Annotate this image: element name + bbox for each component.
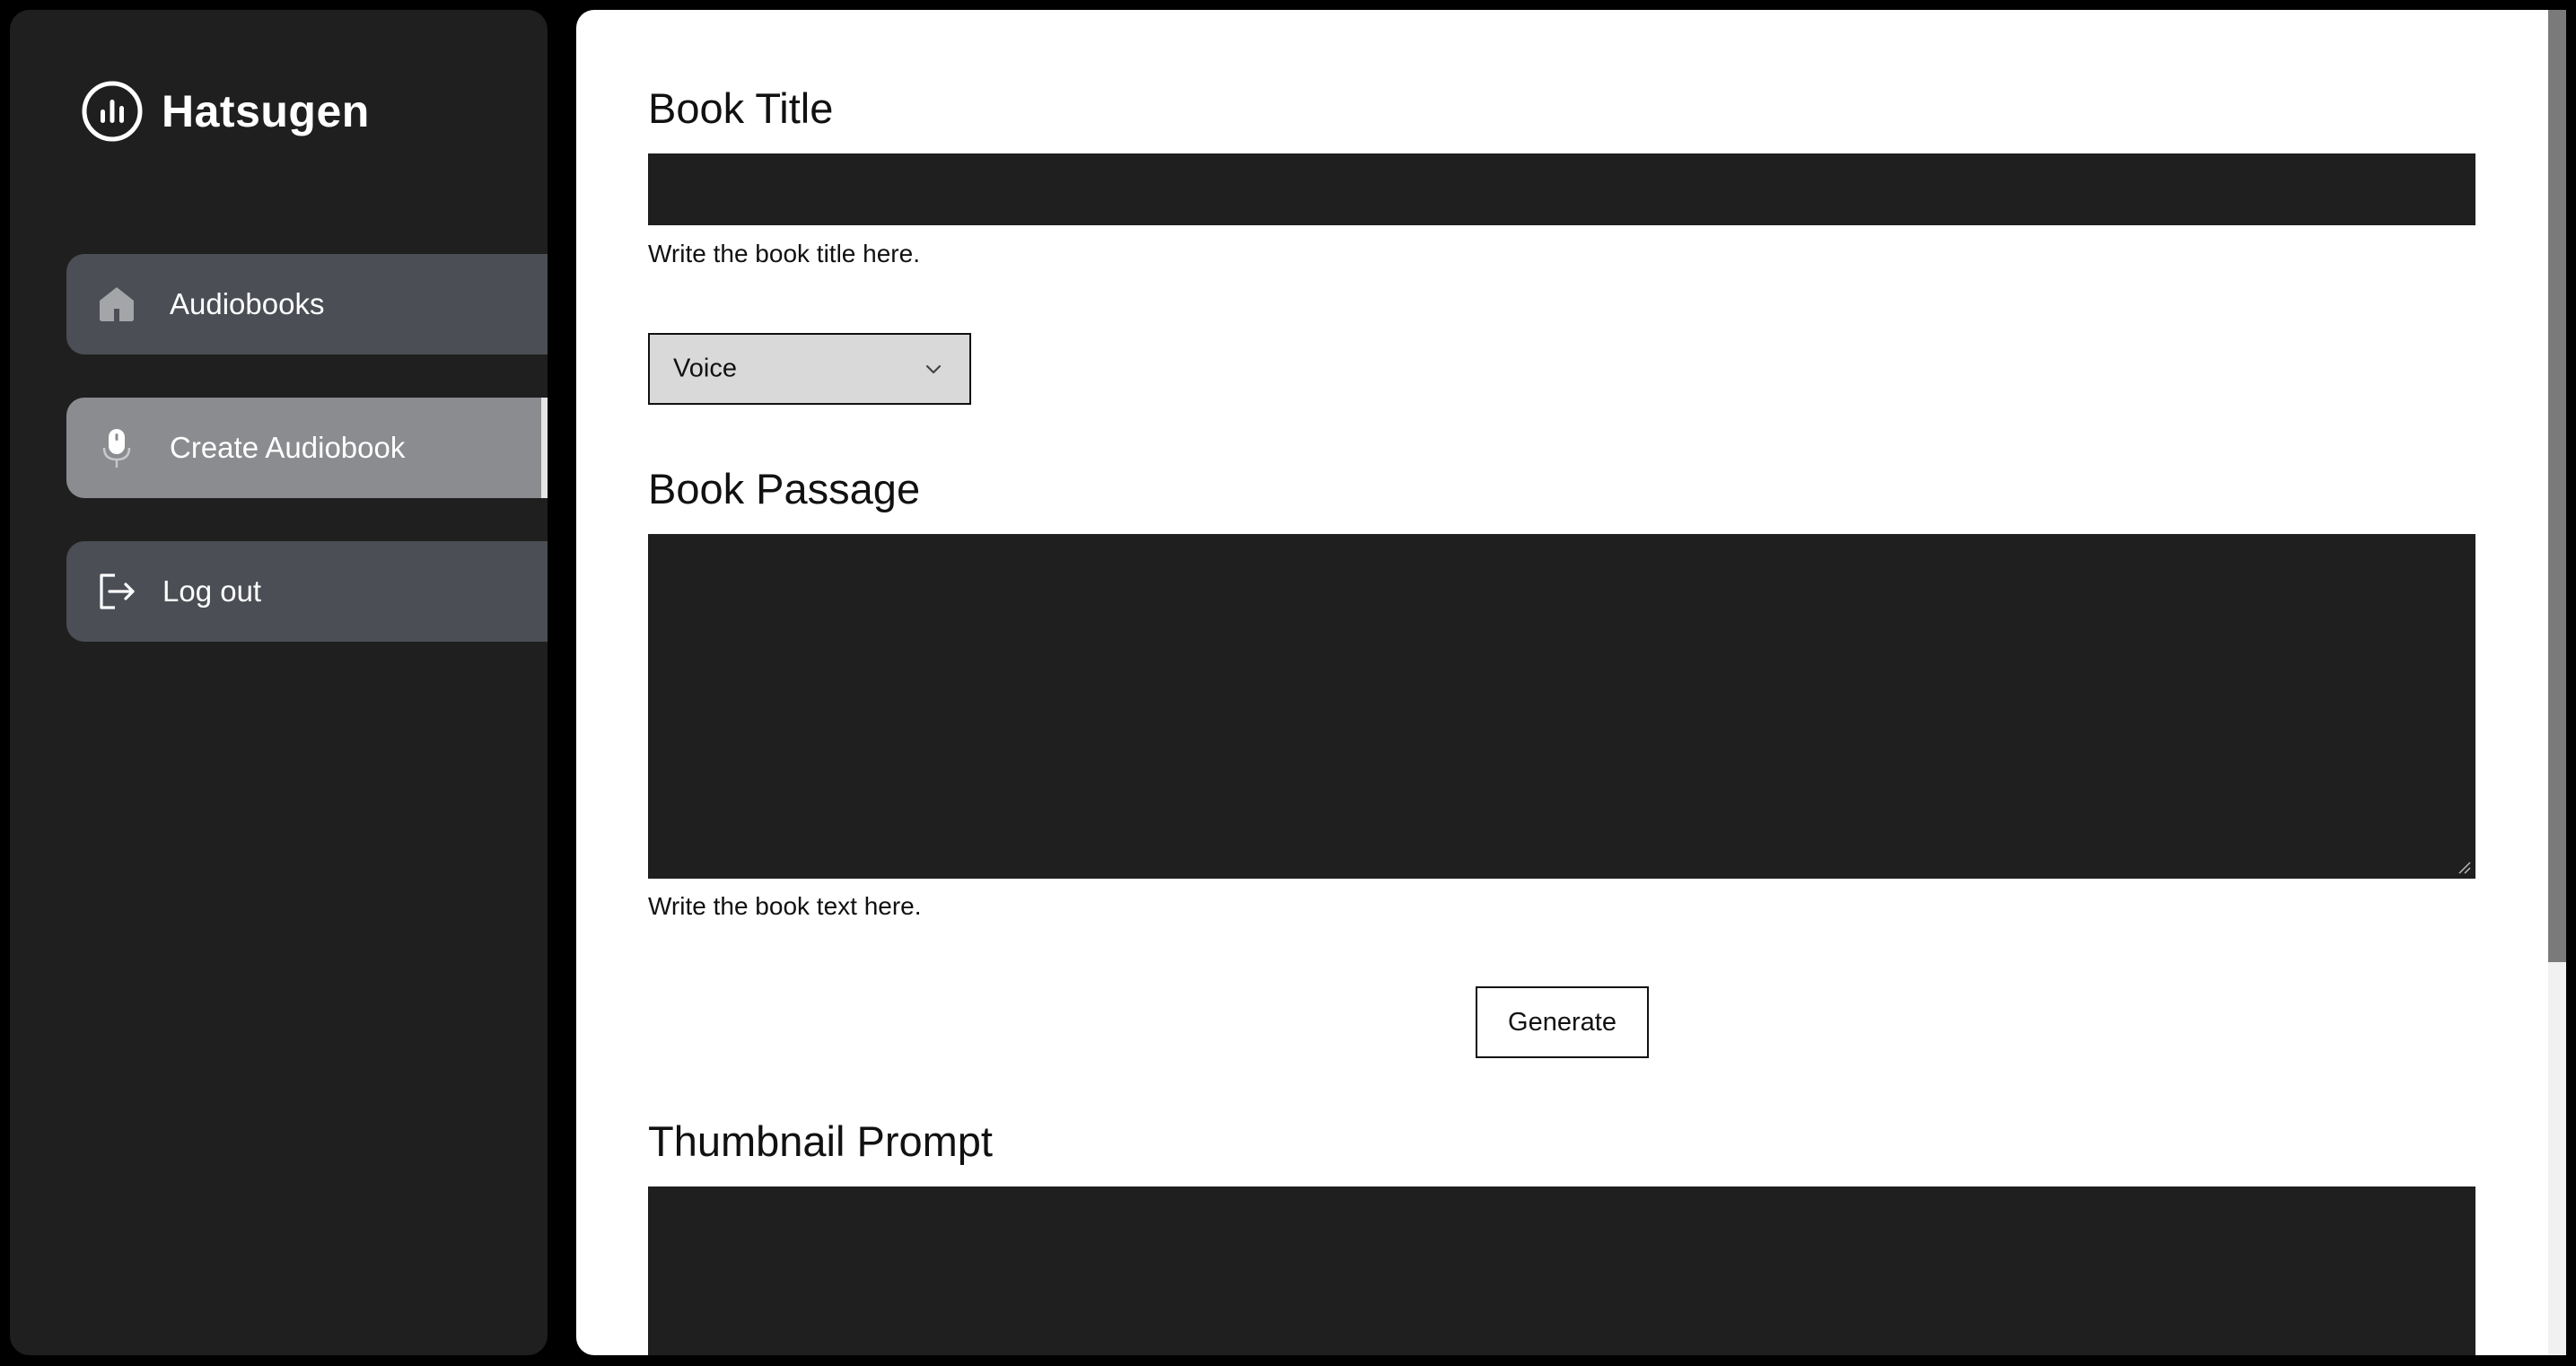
sidebar: Hatsugen Audiobooks Create Audiobook Log… <box>10 10 548 1355</box>
voice-select-value: Voice <box>673 354 737 383</box>
audio-bars-circle-icon <box>82 81 143 142</box>
sidebar-item-create-audiobook[interactable]: Create Audiobook <box>66 398 548 498</box>
sidebar-item-label: Log out <box>162 574 262 608</box>
home-icon <box>100 287 134 321</box>
sidebar-item-label: Audiobooks <box>170 287 325 320</box>
thumbnail-prompt-heading: Thumbnail Prompt <box>648 1117 993 1165</box>
voice-select[interactable]: Voice <box>648 333 971 405</box>
generate-button[interactable]: Generate <box>1476 986 1649 1058</box>
microphone-icon <box>102 429 131 468</box>
logout-icon <box>100 574 135 609</box>
brand[interactable]: Hatsugen <box>81 80 370 143</box>
sidebar-item-log-out[interactable]: Log out <box>66 541 548 642</box>
chevron-down-icon <box>925 364 942 374</box>
scrollbar-thumb[interactable] <box>2548 10 2566 962</box>
thumbnail-prompt-textarea[interactable] <box>648 1186 2475 1355</box>
book-title-helper: Write the book title here. <box>648 240 920 267</box>
book-title-heading: Book Title <box>648 84 834 132</box>
sidebar-item-audiobooks[interactable]: Audiobooks <box>66 254 548 355</box>
resize-handle-icon[interactable] <box>2458 861 2472 875</box>
book-title-input[interactable] <box>648 153 2475 225</box>
sidebar-item-label: Create Audiobook <box>170 431 406 464</box>
book-passage-textarea[interactable] <box>648 534 2475 879</box>
book-passage-helper: Write the book text here. <box>648 892 922 920</box>
book-passage-heading: Book Passage <box>648 465 921 512</box>
brand-name: Hatsugen <box>162 86 370 136</box>
create-audiobook-form: Book Title Write the book title here. Vo… <box>576 10 2548 1355</box>
